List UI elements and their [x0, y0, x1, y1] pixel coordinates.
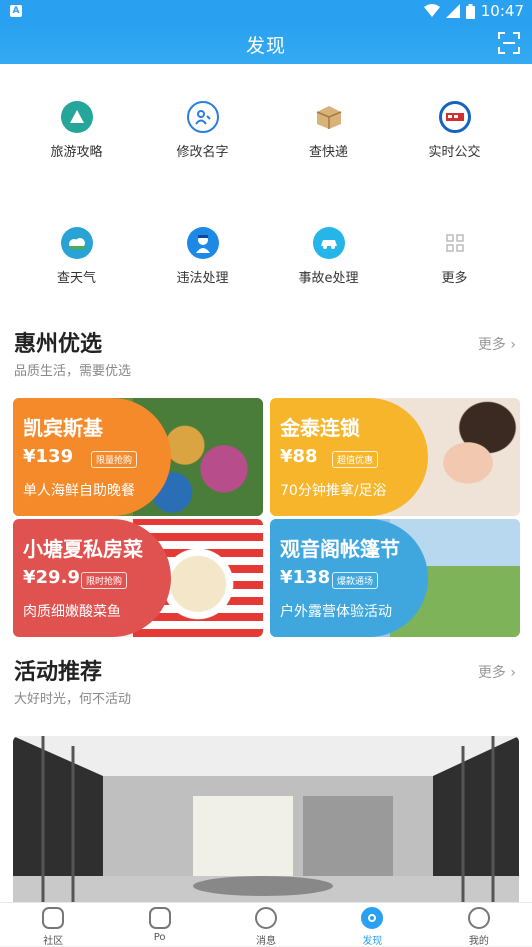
deal-card[interactable]: 金泰连锁 ¥88 超值优惠 70分钟推拿/足浴 — [270, 398, 520, 516]
deal-description: 70分钟推拿/足浴 — [280, 483, 387, 499]
deal-title: 观音阁帐篷节 — [280, 537, 400, 561]
tab-label: 消息 — [256, 936, 277, 947]
police-icon — [186, 227, 219, 259]
tab-messages[interactable]: 消息 — [213, 903, 319, 947]
section-subtitle: 品质生活，需要优选 — [14, 364, 132, 379]
tool-label: 查天气 — [56, 271, 96, 286]
top-bar: 发现 — [0, 24, 532, 64]
section-activities: 活动推荐 大好时光，何不活动 更多 › — [0, 646, 532, 716]
battery-icon — [465, 3, 475, 19]
chevron-right-icon: › — [510, 665, 516, 681]
tool-weather[interactable]: 查天气 — [10, 227, 143, 286]
tab-label: 我的 — [468, 936, 489, 947]
deal-description: 肉质细嫩酸菜鱼 — [23, 604, 121, 620]
more-label: 更多 — [477, 665, 506, 681]
tab-discover[interactable]: 发现 — [319, 903, 425, 947]
deal-price: ¥29.9 — [23, 567, 80, 588]
weather-icon — [60, 227, 93, 259]
deal-price: ¥138 — [280, 567, 331, 588]
more-label: 更多 — [477, 337, 506, 353]
package-icon — [312, 101, 345, 133]
page-title: 发现 — [245, 35, 286, 57]
chevron-right-icon: › — [510, 337, 516, 353]
tool-label: 修改名字 — [176, 145, 229, 160]
status-bar: A 10:47 — [0, 0, 532, 24]
clock: 10:47 — [480, 2, 524, 20]
deal-description: 单人海鲜自助晚餐 — [23, 483, 135, 499]
message-icon — [255, 907, 278, 929]
tool-violation[interactable]: 违法处理 — [136, 227, 269, 286]
tool-label: 事故e处理 — [298, 271, 359, 286]
tab-label: 发现 — [362, 936, 383, 947]
more-link[interactable]: 更多 › — [478, 334, 516, 354]
deal-tag: 限量抢购 — [91, 451, 138, 468]
accident-icon — [312, 227, 345, 259]
deal-price: ¥139 — [23, 446, 74, 467]
deal-description: 户外露营体验活动 — [280, 604, 392, 620]
signal-icon — [445, 4, 460, 18]
deal-title: 小塘夏私房菜 — [23, 537, 143, 561]
tool-more[interactable]: 更多 — [388, 227, 521, 286]
tool-bus[interactable]: 实时公交 — [388, 101, 521, 160]
tool-edit-name[interactable]: 修改名字 — [136, 101, 269, 160]
community-icon — [42, 907, 65, 929]
more-link[interactable]: 更多 › — [478, 662, 516, 682]
section-subtitle: 大好时光，何不活动 — [14, 692, 132, 707]
tool-accident[interactable]: 事故e处理 — [262, 227, 395, 286]
section-title: 惠州优选 — [14, 332, 103, 357]
section-huizhou-picks: 惠州优选 品质生活，需要优选 更多 › — [0, 318, 532, 388]
deal-card[interactable]: 观音阁帐篷节 ¥138 爆款通场 户外露营体验活动 — [270, 519, 520, 637]
bus-icon — [438, 101, 471, 133]
deal-tag: 超值优惠 — [332, 451, 379, 468]
profile-icon — [467, 907, 490, 929]
tool-travel-guide[interactable]: 旅游攻略 — [10, 101, 143, 160]
deal-tag: 爆款通场 — [332, 572, 379, 589]
deal-card[interactable]: 小塘夏私房菜 ¥29.9 限时抢购 肉质细嫩酸菜鱼 — [13, 519, 263, 637]
section-title: 活动推荐 — [14, 660, 103, 685]
tool-label: 更多 — [441, 271, 468, 286]
deal-tag: 限时抢购 — [81, 572, 128, 589]
bottom-tab-bar: 社区 Po 消息 发现 我的 — [0, 902, 532, 947]
tab-label: Po — [153, 932, 166, 943]
tool-label: 实时公交 — [428, 145, 481, 160]
tool-express[interactable]: 查快递 — [262, 101, 395, 160]
post-icon — [148, 907, 171, 929]
tool-label: 旅游攻略 — [50, 145, 103, 160]
discover-icon — [361, 907, 384, 929]
tool-label: 查快递 — [308, 145, 348, 160]
deal-card[interactable]: 凯宾斯基 ¥139 限量抢购 单人海鲜自助晚餐 — [13, 398, 263, 516]
tab-profile[interactable]: 我的 — [426, 903, 532, 947]
wifi-icon — [423, 4, 440, 17]
tab-label: 社区 — [43, 936, 64, 947]
scan-icon[interactable] — [498, 32, 520, 54]
edit-name-icon — [186, 101, 219, 133]
tab-community[interactable]: 社区 — [0, 903, 106, 947]
tool-label: 违法处理 — [176, 271, 229, 286]
more-grid-icon — [438, 227, 471, 259]
activity-banner-image[interactable] — [13, 736, 519, 902]
travel-guide-icon — [60, 101, 93, 133]
deal-price: ¥88 — [280, 446, 318, 467]
activity-banner — [0, 716, 532, 902]
tools-grid: 旅游攻略 修改名字 查快递 实时公交 查天气 违法处理 事故e处理 更多 — [0, 64, 532, 318]
deal-title: 凯宾斯基 — [23, 416, 103, 440]
app-badge: A — [10, 5, 22, 17]
deal-title: 金泰连锁 — [280, 416, 360, 440]
deal-cards: 凯宾斯基 ¥139 限量抢购 单人海鲜自助晚餐 金泰连锁 ¥88 超值优惠 70… — [0, 388, 532, 646]
tab-po[interactable]: Po — [106, 903, 212, 946]
